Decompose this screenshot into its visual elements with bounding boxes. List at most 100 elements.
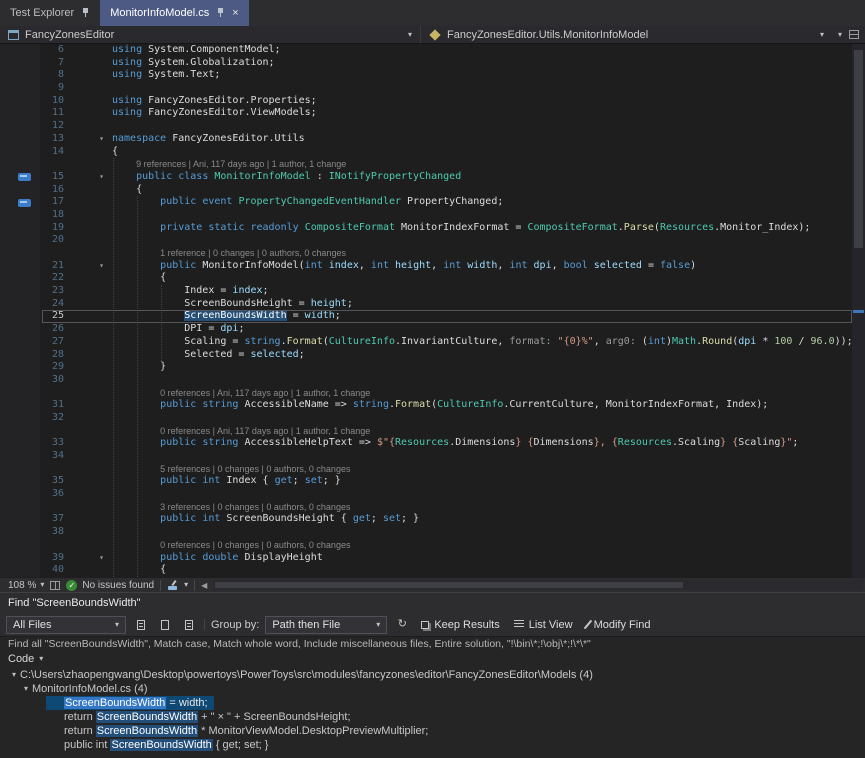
codelens-pin-icon[interactable] <box>18 199 31 207</box>
code-line[interactable]: 17 public event PropertyChangedEventHand… <box>0 196 865 209</box>
codelens-text: 3 references | 0 changes | 0 authors, 0 … <box>112 501 865 514</box>
code-line[interactable]: 39▾ public double DisplayHeight <box>0 552 865 565</box>
find-result-line[interactable]: ScreenBoundsWidth = width; <box>0 696 865 710</box>
code-editor[interactable]: 6using System.ComponentModel;7using Syst… <box>0 44 865 578</box>
code-text: { <box>112 564 865 577</box>
line-number: 22 <box>40 272 68 285</box>
pin-icon[interactable] <box>216 8 225 18</box>
fold-caret-icon[interactable]: ▾ <box>68 133 112 146</box>
codelens-row[interactable]: 5 references | 0 changes | 0 authors, 0 … <box>0 463 865 476</box>
code-line[interactable]: 33 public string AccessibleHelpText => $… <box>0 437 865 450</box>
code-line[interactable]: 13▾namespace FancyZonesEditor.Utils <box>0 133 865 146</box>
fold-caret-icon[interactable]: ▾ <box>68 552 112 565</box>
result-folder-row[interactable]: ▾ C:\Users\zhaopengwang\Desktop\powertoy… <box>0 668 865 682</box>
code-line[interactable]: 12 <box>0 120 865 133</box>
code-line[interactable]: 32 <box>0 412 865 425</box>
code-line[interactable]: 29 } <box>0 361 865 374</box>
codelens-row[interactable]: 9 references | Ani, 117 days ago | 1 aut… <box>0 158 865 171</box>
pin-icon[interactable] <box>81 8 90 18</box>
chevron-down-icon[interactable]: ▾ <box>184 581 188 589</box>
code-line[interactable]: 35 public int Index { get; set; } <box>0 475 865 488</box>
code-text <box>112 412 865 425</box>
code-filter-dropdown[interactable]: Code ▾ <box>0 651 865 667</box>
scrollbar-thumb[interactable] <box>854 50 863 248</box>
project-dropdown[interactable]: FancyZonesEditor ▾ <box>0 26 420 43</box>
code-line[interactable]: 36 <box>0 488 865 501</box>
scrollbar-thumb[interactable] <box>215 582 683 588</box>
code-line[interactable]: 25 ScreenBoundsWidth = width; <box>0 310 865 323</box>
code-line[interactable]: 34 <box>0 450 865 463</box>
fold-gutter <box>68 310 112 323</box>
code-line[interactable]: 21▾ public MonitorInfoModel(int index, i… <box>0 260 865 273</box>
code-line[interactable]: 27 Scaling = string.Format(CultureInfo.I… <box>0 336 865 349</box>
repeat-find-button[interactable]: ↻ <box>393 616 411 634</box>
find-result-line[interactable]: return ScreenBoundsWidth + " × " + Scree… <box>0 710 865 724</box>
preview-button[interactable] <box>180 616 198 634</box>
line-number: 32 <box>40 412 68 425</box>
fold-caret-icon[interactable]: ▾ <box>68 171 112 184</box>
code-line[interactable]: 28 Selected = selected; <box>0 349 865 362</box>
codelens-row[interactable]: 0 references | 0 changes | 0 authors, 0 … <box>0 539 865 552</box>
gutter <box>0 69 40 82</box>
copy-results-button[interactable] <box>132 616 150 634</box>
fold-caret-icon[interactable]: ▾ <box>68 260 112 273</box>
horizontal-scrollbar[interactable] <box>213 580 863 590</box>
code-line[interactable]: 6using System.ComponentModel; <box>0 44 865 57</box>
chevron-down-icon[interactable]: ▾ <box>838 31 842 39</box>
group-by-dropdown[interactable]: Path then File ▾ <box>265 616 387 634</box>
pane-layout-icon[interactable] <box>50 581 60 590</box>
code-line[interactable]: 14{ <box>0 146 865 159</box>
find-result-line[interactable]: return ScreenBoundsWidth * MonitorViewMo… <box>0 724 865 738</box>
code-text: public event PropertyChangedEventHandler… <box>112 196 865 209</box>
code-line[interactable]: 19 private static readonly CompositeForm… <box>0 222 865 235</box>
code-line[interactable]: 8using System.Text; <box>0 69 865 82</box>
codelens-row[interactable]: 0 references | Ani, 117 days ago | 1 aut… <box>0 425 865 438</box>
split-window-icon[interactable] <box>849 30 859 39</box>
code-line[interactable]: 38 <box>0 526 865 539</box>
code-line[interactable]: 22 { <box>0 272 865 285</box>
keep-results-toggle[interactable]: Keep Results <box>417 616 503 634</box>
code-line[interactable]: 23 Index = index; <box>0 285 865 298</box>
find-result-line[interactable]: public int ScreenBoundsWidth { get; set;… <box>0 738 865 752</box>
close-icon[interactable]: × <box>232 8 238 19</box>
codelens-row[interactable]: 1 reference | 0 changes | 0 authors, 0 c… <box>0 247 865 260</box>
refresh-icon: ↻ <box>398 619 407 630</box>
chevron-expanded-icon[interactable]: ▾ <box>20 682 32 696</box>
code-line[interactable]: 16 { <box>0 184 865 197</box>
find-panel-title[interactable]: Find "ScreenBoundsWidth" <box>0 593 865 613</box>
modify-find-button[interactable]: Modify Find <box>583 616 655 634</box>
code-line[interactable]: 18 <box>0 209 865 222</box>
gutter <box>0 539 40 552</box>
vertical-scrollbar[interactable] <box>852 44 865 578</box>
scope-dropdown[interactable]: All Files ▾ <box>6 616 126 634</box>
chevron-expanded-icon[interactable]: ▾ <box>8 668 20 682</box>
code-line[interactable]: 26 DPI = dpi; <box>0 323 865 336</box>
code-text <box>112 374 865 387</box>
code-line[interactable]: 9 <box>0 82 865 95</box>
code-line[interactable]: 20 <box>0 234 865 247</box>
codelens-row[interactable]: 3 references | 0 changes | 0 authors, 0 … <box>0 501 865 514</box>
codelens-pin-icon[interactable] <box>18 173 31 181</box>
list-view-toggle[interactable]: List View <box>510 616 577 634</box>
code-line[interactable]: 10using FancyZonesEditor.Properties; <box>0 95 865 108</box>
zoom-dropdown[interactable]: 108 % ▾ <box>8 580 44 591</box>
tab-test-explorer[interactable]: Test Explorer <box>0 0 100 26</box>
code-line[interactable]: 40 { <box>0 564 865 577</box>
code-line[interactable]: 30 <box>0 374 865 387</box>
scroll-left-icon[interactable]: ◀ <box>201 581 207 590</box>
open-file-button[interactable] <box>156 616 174 634</box>
fold-gutter <box>68 425 112 438</box>
result-file-row[interactable]: ▾ MonitorInfoModel.cs (4) <box>0 682 865 696</box>
tab-monitorinfomodel[interactable]: MonitorInfoModel.cs × <box>100 0 248 26</box>
code-line[interactable]: 24 ScreenBoundsHeight = height; <box>0 298 865 311</box>
document-health-indicator[interactable]: ✓ No issues found <box>66 580 154 591</box>
type-dropdown[interactable]: FancyZonesEditor.Utils.MonitorInfoModel … <box>420 26 832 43</box>
code-line[interactable]: 11using FancyZonesEditor.ViewModels; <box>0 107 865 120</box>
codelens-text: 0 references | 0 changes | 0 authors, 0 … <box>112 539 865 552</box>
code-line[interactable]: 7using System.Globalization; <box>0 57 865 70</box>
code-line[interactable]: 15▾ public class MonitorInfoModel : INot… <box>0 171 865 184</box>
code-line[interactable]: 31 public string AccessibleName => strin… <box>0 399 865 412</box>
code-cleanup-icon[interactable] <box>167 580 178 591</box>
codelens-row[interactable]: 0 references | Ani, 117 days ago | 1 aut… <box>0 387 865 400</box>
code-line[interactable]: 37 public int ScreenBoundsHeight { get; … <box>0 513 865 526</box>
